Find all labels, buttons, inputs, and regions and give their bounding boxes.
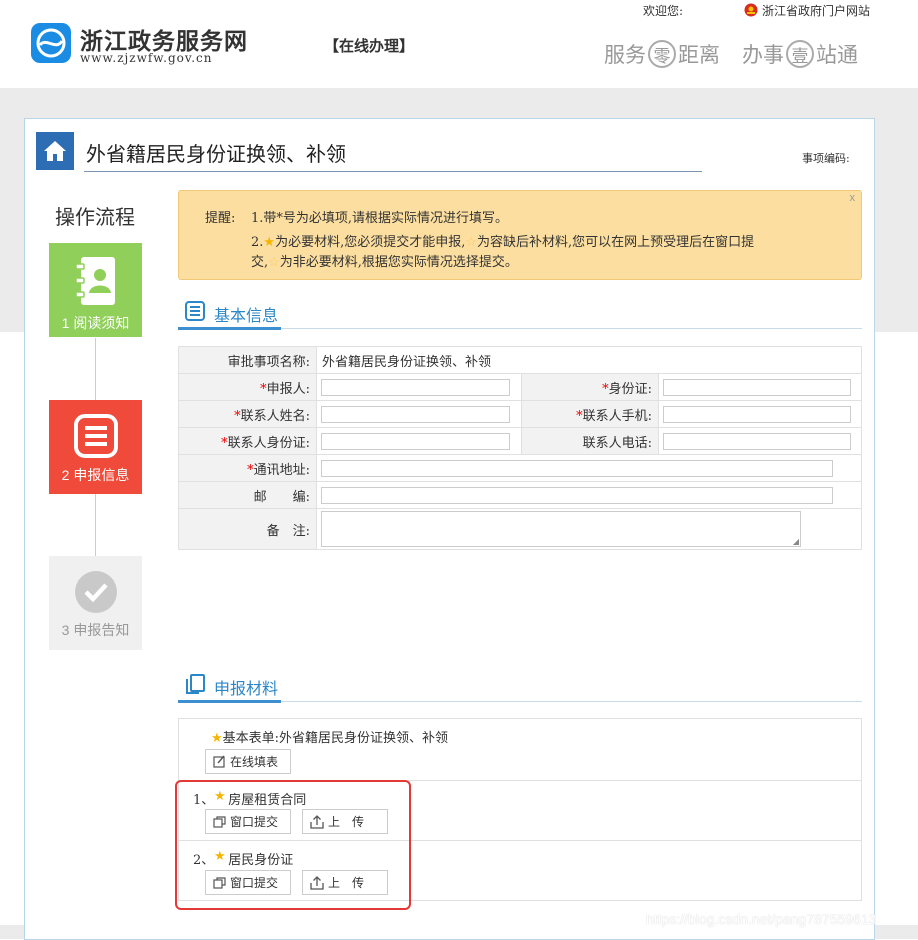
slogan-part: 距离 <box>678 43 720 67</box>
postcode-input[interactable] <box>321 486 833 504</box>
contact-name-label: *联系人姓名: <box>178 400 317 428</box>
welcome-text: 欢迎您: <box>643 4 684 18</box>
check-circle-icon <box>74 571 117 613</box>
online-fill-button[interactable]: 在线填表 <box>205 749 291 774</box>
copy-document-icon <box>186 674 205 694</box>
tip-line-2: 2.★为必要材料,您必须提交才能申报,☆为容缺后补材料,您可以在网上预受理后在窗… <box>251 231 754 250</box>
basic-form-label: 基本表单:外省籍居民身份证换领、补领 <box>222 731 449 746</box>
tip-line-3-a: 交, <box>251 255 269 270</box>
item-name-value: 外省籍居民身份证换领、补领 <box>316 346 862 374</box>
basic-info-heading: 基本信息 <box>214 308 279 325</box>
site-header: 浙江政务服务网 www.zjzwfw.gov.cn 【在线办理】 欢迎您: 浙江… <box>0 0 918 88</box>
highlight-annotation-box <box>175 780 411 910</box>
tip-line-2-b: 为容缺后补材料,您可以在网上预受理后在窗口提 <box>476 235 755 250</box>
tip-line-2-a: 为必要材料,您必须提交才能申报, <box>275 235 466 250</box>
materials-section-header: 申报材料 <box>178 671 862 703</box>
slogan-part: 服务 <box>604 43 646 67</box>
applicant-label: *申报人: <box>178 373 317 401</box>
step-fill-info[interactable]: 2 申报信息 <box>49 400 142 494</box>
tip-line-3: 交,☆为非必要材料,根据您实际情况选择提交。 <box>251 251 518 270</box>
step-label: 2 申报信息 <box>61 467 130 483</box>
slogan-part: 办事 <box>742 43 784 67</box>
title-divider <box>84 171 702 172</box>
basic-form-row: ★基本表单:外省籍居民身份证换领、补领 <box>211 727 448 746</box>
star-icon-non-required: ☆ <box>268 255 280 270</box>
remark-textarea[interactable]: ◢ <box>321 511 801 547</box>
id-label: *身份证: <box>521 373 659 401</box>
tip-box: x 提醒: 1.带*号为必填项,请根据实际情况进行填写。 2.★为必要材料,您必… <box>178 190 862 280</box>
slogan: 服务 零 距离 办事 壹 站通 <box>604 39 858 69</box>
gov-portal-link[interactable]: 浙江省政府门户网站 <box>762 2 870 19</box>
table-row: 备 注: ◢ <box>178 508 862 550</box>
contact-name-input[interactable] <box>321 405 510 423</box>
table-row: *联系人身份证: 联系人电话: <box>178 427 862 455</box>
step-label: 1 阅读须知 <box>61 315 130 331</box>
remark-label: 备 注: <box>178 508 317 550</box>
gov-emblem-icon <box>744 3 758 17</box>
site-url: www.zjzwfw.gov.cn <box>80 51 213 65</box>
id-input[interactable] <box>663 378 851 396</box>
step-read-notice[interactable]: 1 阅读须知 <box>49 243 142 337</box>
step-connector <box>95 494 96 556</box>
star-icon: ★ <box>211 731 223 746</box>
site-logo-icon[interactable] <box>31 23 71 63</box>
address-input[interactable] <box>321 459 833 477</box>
online-handling-label: 【在线办理】 <box>324 37 415 55</box>
table-row: 审批事项名称: 外省籍居民身份证换领、补领 <box>178 346 862 374</box>
tip-line-3-b: 为非必要材料,根据您实际情况选择提交。 <box>279 255 518 270</box>
step-notice[interactable]: 3 申报告知 <box>49 556 142 650</box>
materials-heading: 申报材料 <box>214 681 279 698</box>
home-icon[interactable] <box>36 132 74 170</box>
star-icon-required: ★ <box>263 235 276 250</box>
table-row: *申报人: *身份证: <box>178 373 862 401</box>
item-code-label: 事项编码: <box>802 152 850 165</box>
watermark: https://blog.csdn.net/pang787559613 <box>646 911 877 927</box>
flow-title: 操作流程 <box>55 205 135 229</box>
tip-prefix: 提醒: <box>205 211 236 226</box>
contact-phone-input[interactable] <box>663 432 851 450</box>
basic-info-section-header: 基本信息 <box>178 298 862 330</box>
contact-book-icon <box>74 257 115 305</box>
applicant-input[interactable] <box>321 378 510 396</box>
contact-id-input[interactable] <box>321 432 510 450</box>
tip-line-1: 1.带*号为必填项,请根据实际情况进行填写。 <box>251 211 509 226</box>
contact-mobile-label: *联系人手机: <box>521 400 659 428</box>
star-icon-optional-later: ☆ <box>465 235 477 250</box>
edit-icon <box>213 755 225 768</box>
basic-info-table: 审批事项名称: 外省籍居民身份证换领、补领 *申报人: *身份证: *联系人姓名… <box>178 346 862 550</box>
slogan-part: 站通 <box>816 43 858 67</box>
contact-phone-label: 联系人电话: <box>521 427 659 455</box>
table-row: 邮 编: <box>178 481 862 509</box>
step-connector <box>95 338 96 400</box>
tip-line-2-num: 2. <box>251 235 264 250</box>
table-row: *联系人姓名: *联系人手机: <box>178 400 862 428</box>
contact-mobile-input[interactable] <box>663 405 851 423</box>
slogan-circle: 壹 <box>786 40 814 68</box>
slogan-circle: 零 <box>648 40 676 68</box>
contact-id-label: *联系人身份证: <box>178 427 317 455</box>
form-list-icon <box>73 414 118 458</box>
document-lines-icon <box>185 301 205 321</box>
table-row: *通讯地址: <box>178 454 862 482</box>
postcode-label: 邮 编: <box>178 481 317 509</box>
page-title: 外省籍居民身份证换领、补领 <box>86 142 346 166</box>
address-label: *通讯地址: <box>178 454 317 482</box>
section-underline <box>178 327 281 330</box>
tip-close-button[interactable]: x <box>850 192 856 204</box>
step-label: 3 申报告知 <box>61 622 130 638</box>
item-name-label: 审批事项名称: <box>178 346 317 374</box>
section-underline <box>178 700 281 703</box>
